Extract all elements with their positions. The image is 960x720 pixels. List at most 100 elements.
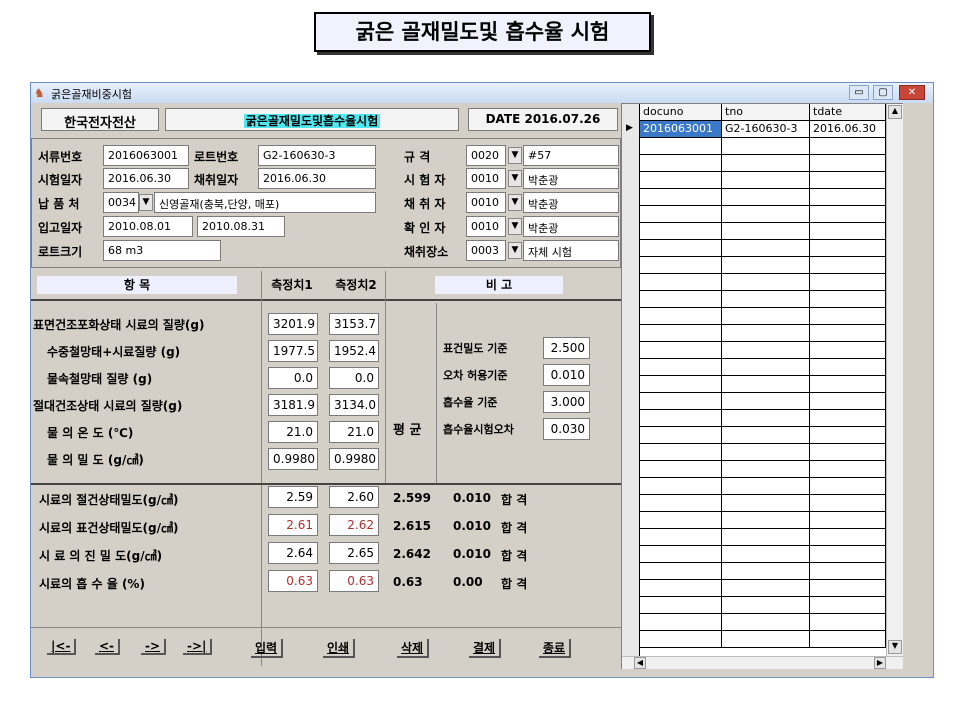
grid-cell[interactable] [810, 325, 886, 342]
criteria-value-field[interactable]: 3.000 [543, 391, 590, 413]
collector-name-field[interactable]: 박춘광 [523, 192, 619, 213]
grid-cell[interactable] [640, 206, 722, 223]
nav-button[interactable]: ->| [183, 639, 213, 655]
measure1-field[interactable]: 1977.5 [268, 340, 318, 362]
grid-cell[interactable] [810, 631, 886, 648]
grid-cell[interactable] [810, 359, 886, 376]
place-code-field[interactable]: 0003 [466, 240, 506, 261]
grid-cell[interactable] [810, 308, 886, 325]
grid-column-header[interactable]: docuno [640, 104, 722, 121]
checker-dropdown-icon[interactable]: ▼ [508, 218, 522, 235]
checker-code-field[interactable]: 0010 [466, 216, 506, 237]
grid-cell[interactable] [640, 529, 722, 546]
grid-cell[interactable] [810, 206, 886, 223]
close-button[interactable]: ✕ [899, 85, 925, 100]
horizontal-scrollbar[interactable]: ◀ ▶ [622, 656, 903, 669]
grid-cell[interactable] [722, 444, 810, 461]
grid-cell[interactable] [722, 512, 810, 529]
grid-cell[interactable]: 2016.06.30 [810, 121, 886, 138]
measure2-field[interactable]: 21.0 [329, 421, 379, 443]
collect-date-field[interactable]: 2016.06.30 [258, 168, 376, 189]
supplier-code-field[interactable]: 0034 [103, 192, 139, 213]
action-button[interactable]: 삭제 [397, 639, 430, 658]
grid-cell[interactable] [640, 495, 722, 512]
grid-cell[interactable] [640, 189, 722, 206]
grid-cell[interactable] [722, 325, 810, 342]
checker-name-field[interactable]: 박춘광 [523, 216, 619, 237]
grid-cell[interactable] [810, 427, 886, 444]
result-value1-field[interactable]: 0.63 [268, 570, 318, 592]
action-button[interactable]: 입력 [251, 639, 284, 658]
grid-column-header[interactable]: tno [722, 104, 810, 121]
grid-cell[interactable] [640, 631, 722, 648]
grid-cell[interactable] [722, 206, 810, 223]
grid-cell[interactable] [810, 512, 886, 529]
grid-cell[interactable] [722, 240, 810, 257]
grid-cell[interactable] [722, 631, 810, 648]
grid-cell[interactable] [810, 138, 886, 155]
grid-cell[interactable] [640, 512, 722, 529]
grid-cell[interactable] [640, 257, 722, 274]
result-value2-field[interactable]: 2.62 [329, 514, 379, 536]
grid-cell[interactable] [640, 342, 722, 359]
grid-cell[interactable] [810, 410, 886, 427]
grid-cell[interactable] [640, 155, 722, 172]
grid-cell[interactable] [640, 359, 722, 376]
grid-cell[interactable] [810, 461, 886, 478]
measure1-field[interactable]: 0.9980 [268, 448, 318, 470]
grid-cell[interactable] [722, 410, 810, 427]
grid-cell[interactable] [722, 172, 810, 189]
grid-cell[interactable] [640, 172, 722, 189]
vertical-scrollbar[interactable]: ▲ ▼ [886, 104, 903, 656]
grid-cell[interactable] [640, 546, 722, 563]
grid-cell[interactable] [640, 563, 722, 580]
grid-cell[interactable] [722, 529, 810, 546]
tester-dropdown-icon[interactable]: ▼ [508, 170, 522, 187]
measure2-field[interactable]: 3134.0 [329, 394, 379, 416]
grid-cell[interactable] [640, 444, 722, 461]
measure1-field[interactable]: 21.0 [268, 421, 318, 443]
nav-button[interactable]: -> [141, 639, 167, 655]
collector-code-field[interactable]: 0010 [466, 192, 506, 213]
tester-name-field[interactable]: 박춘광 [523, 168, 619, 189]
grid-cell[interactable] [640, 240, 722, 257]
lot-size-field[interactable]: 68 m3 [103, 240, 221, 261]
grid-cell[interactable] [722, 580, 810, 597]
grid-cell[interactable] [810, 223, 886, 240]
grid-cell[interactable] [722, 614, 810, 631]
doc-no-field[interactable]: 2016063001 [103, 145, 189, 166]
grid-cell[interactable] [722, 597, 810, 614]
spec-code-field[interactable]: 0020 [466, 145, 506, 166]
result-value1-field[interactable]: 2.59 [268, 486, 318, 508]
grid-cell[interactable] [810, 155, 886, 172]
grid-cell[interactable] [640, 410, 722, 427]
result-value1-field[interactable]: 2.61 [268, 514, 318, 536]
criteria-value-field[interactable]: 0.030 [543, 418, 590, 440]
grid-cell[interactable]: 2016063001 [640, 121, 722, 138]
grid-cell[interactable] [810, 546, 886, 563]
grid-cell[interactable]: G2-160630-3 [722, 121, 810, 138]
place-dropdown-icon[interactable]: ▼ [508, 242, 522, 259]
result-value2-field[interactable]: 2.65 [329, 542, 379, 564]
spec-dropdown-icon[interactable]: ▼ [508, 147, 522, 164]
grid-cell[interactable] [640, 478, 722, 495]
measure1-field[interactable]: 0.0 [268, 367, 318, 389]
grid-cell[interactable] [810, 342, 886, 359]
test-date-field[interactable]: 2016.06.30 [103, 168, 189, 189]
grid-cell[interactable] [810, 580, 886, 597]
grid-cell[interactable] [722, 223, 810, 240]
grid-cell[interactable] [810, 257, 886, 274]
receive-date-to-field[interactable]: 2010.08.31 [197, 216, 285, 237]
grid-cell[interactable] [722, 274, 810, 291]
receive-date-from-field[interactable]: 2010.08.01 [103, 216, 193, 237]
minimize-button[interactable]: ▭ [849, 85, 869, 100]
tester-code-field[interactable]: 0010 [466, 168, 506, 189]
grid-cell[interactable] [810, 597, 886, 614]
grid-cell[interactable] [810, 393, 886, 410]
grid-cell[interactable] [810, 495, 886, 512]
grid-cell[interactable] [640, 393, 722, 410]
result-value1-field[interactable]: 2.64 [268, 542, 318, 564]
nav-button[interactable]: |<- [47, 639, 77, 655]
grid-cell[interactable] [722, 189, 810, 206]
grid-cell[interactable] [640, 308, 722, 325]
